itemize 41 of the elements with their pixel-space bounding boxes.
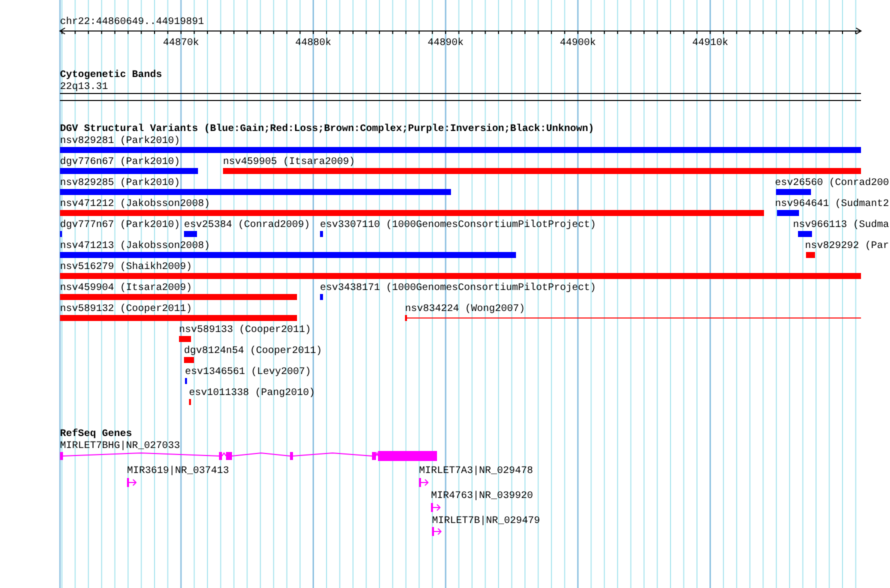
variant-label: dgv8124n54 (Cooper2011) (184, 346, 322, 357)
gene-label: MIRLET7BHG|NR_027033 (60, 441, 180, 452)
variant-label: nsv834224 (Wong2007) (405, 304, 526, 315)
variant-label: nsv459905 (Itsara2009) (223, 157, 356, 168)
variant-label: nsv459904 (Itsara2009) (60, 283, 192, 294)
ruler-tick-label: 44880k (295, 38, 332, 49)
transcript-start-icon (432, 527, 442, 536)
band-label: 22q13.31 (60, 82, 108, 93)
variant-label: nsv471212 (Jakobsson2008) (60, 199, 210, 210)
variant-label: nsv589133 (Cooper2011) (179, 325, 312, 336)
variant-label: esv25384 (Conrad2009) (184, 220, 310, 231)
gene-label: MIR4763|NR_039920 (431, 491, 534, 502)
variant-label: nsv966113 (Sudma (793, 220, 890, 231)
variant-label: esv1346561 (Levy2007) (185, 367, 312, 378)
variant-label: esv3307110 (1000GenomesConsortiumPilotProject) (320, 220, 596, 231)
variant-label: nsv471213 (Jakobsson2008) (60, 241, 210, 252)
ruler-tick-label: 44910k (692, 38, 728, 49)
gene-label: MIRLET7B|NR_029479 (432, 516, 540, 527)
variant-label: nsv829281 (Park2010) (60, 136, 180, 147)
transcript-start-icon (127, 478, 137, 487)
variant-label: nsv829285 (Park2010) (60, 178, 180, 189)
variant-label: esv1011338 (Pang2010) (189, 388, 316, 399)
variant-label: nsv829292 (Par (805, 241, 890, 252)
variant-label: nsv516279 (Shaikh2009) (60, 262, 192, 273)
track-title: Cytogenetic Bands (60, 70, 162, 81)
variant-label: dgv776n67 (Park2010) (60, 157, 180, 168)
transcript-start-icon (431, 503, 441, 512)
ruler-tick-label: 44900k (560, 38, 596, 49)
track-title: RefSeq Genes (60, 429, 132, 440)
ruler-tick-label: 44890k (428, 38, 464, 49)
gene-label: MIR3619|NR_037413 (127, 466, 230, 477)
variant-label: dgv777n67 (Park2010) (60, 220, 180, 231)
chromosome-position: chr22:44860649..44919891 (60, 17, 204, 28)
gene-label: MIRLET7A3|NR_029478 (419, 466, 534, 477)
variant-label: esv3438171 (1000GenomesConsortiumPilotProject) (320, 283, 596, 294)
variant-label: nsv589132 (Cooper2011) (60, 304, 192, 315)
transcript-start-icon (419, 478, 429, 487)
variant-label: nsv964641 (Sudmant2 (775, 199, 890, 210)
variant-label: esv26560 (Conrad200 (775, 178, 890, 189)
ruler-tick-label: 44870k (163, 38, 199, 49)
track-title: DGV Structural Variants (Blue:Gain;Red:Loss;Brown:Complex;Purple:Inversion;Black:Unknown) (60, 124, 594, 135)
